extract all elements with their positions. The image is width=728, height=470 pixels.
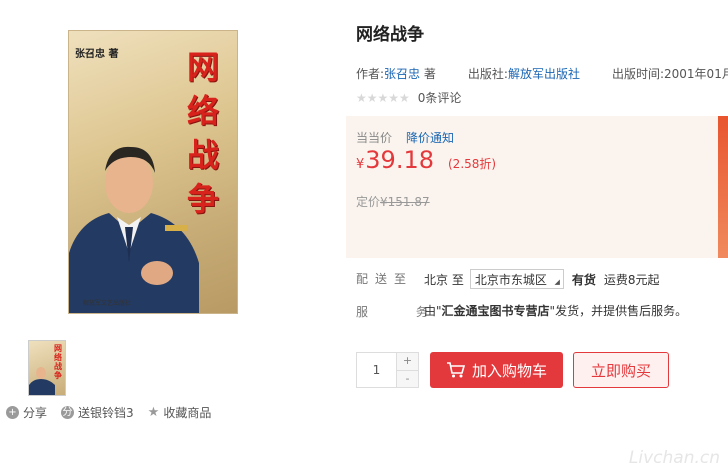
product-title: 网络战争 bbox=[356, 25, 424, 45]
cover-portrait-figure bbox=[69, 146, 199, 313]
plus-circle-icon: + bbox=[6, 406, 19, 419]
author-info: 作者:张召忠 著 bbox=[356, 67, 436, 81]
price-panel: 当当价 降价通知 ¥ 39.18 (2.58折) 定价¥151.87 bbox=[346, 116, 728, 258]
shipping-fee: 运费8元起 bbox=[603, 272, 660, 287]
stock-status: 有货 bbox=[571, 272, 596, 287]
publisher-link[interactable]: 解放军出版社 bbox=[508, 67, 580, 81]
book-cover-image[interactable]: 张召忠 著 网 络 战 争 解放军文艺出版社 bbox=[68, 30, 238, 314]
author-link[interactable]: 张召忠 bbox=[384, 67, 420, 81]
thumb-portrait-figure bbox=[29, 367, 55, 395]
gift-circle-icon: 分 bbox=[61, 406, 75, 419]
delivery-label: 配送至 bbox=[356, 272, 414, 286]
delivery-row: 北京 至 北京市东城区 ◢ 有货 运费8元起 bbox=[424, 269, 660, 289]
pubdate-info: 出版时间:2001年01月 bbox=[611, 67, 728, 81]
cover-thumbnail[interactable]: 网 络 战 争 bbox=[28, 340, 66, 396]
buy-now-button[interactable]: 立即购买 bbox=[573, 352, 669, 388]
quantity-stepper: 1 + - bbox=[356, 352, 419, 388]
share-bar: + 分享 分 送银铃铛3 ★ 收藏商品 bbox=[6, 404, 225, 421]
site-watermark: Livchan.cn bbox=[628, 448, 720, 468]
gift-bells-button[interactable]: 分 送银铃铛3 bbox=[61, 404, 134, 421]
cover-title-char: 网 bbox=[186, 48, 219, 86]
cart-icon bbox=[446, 362, 466, 378]
region-selector[interactable]: 北京市东城区 ◢ bbox=[469, 269, 564, 289]
price-value: 39.18 bbox=[365, 146, 434, 174]
store-link[interactable]: 汇金通宝图书专营店 bbox=[442, 304, 550, 318]
delivery-city: 北京 至 bbox=[424, 272, 464, 287]
product-meta: 作者:张召忠 著 出版社:解放军出版社 出版时间:2001年01月 bbox=[356, 65, 728, 82]
review-count-link[interactable]: 0条评论 bbox=[418, 89, 462, 106]
quantity-input[interactable]: 1 bbox=[357, 353, 397, 387]
favorite-button[interactable]: ★ 收藏商品 bbox=[148, 404, 212, 421]
discount-text: (2.58折) bbox=[448, 157, 497, 171]
publisher-info: 出版社:解放军出版社 bbox=[467, 67, 580, 81]
add-to-cart-button[interactable]: 加入购物车 bbox=[430, 352, 563, 388]
quantity-plus-button[interactable]: + bbox=[397, 353, 418, 371]
cover-publisher-text: 解放军文艺出版社 bbox=[83, 300, 132, 307]
share-button[interactable]: + 分享 bbox=[6, 404, 47, 421]
price-drop-notice-link[interactable]: 降价通知 bbox=[406, 129, 454, 146]
rating-stars-icon: ★★★★★ bbox=[356, 90, 410, 105]
service-text: 由"汇金通宝图书专营店"发货，并提供售后服务。 bbox=[424, 304, 688, 318]
star-icon: ★ bbox=[147, 405, 160, 420]
cover-author-text: 张召忠 著 bbox=[75, 49, 119, 60]
promo-ribbon bbox=[718, 116, 728, 258]
dropdown-arrow-icon: ◢ bbox=[554, 278, 560, 286]
quantity-minus-button[interactable]: - bbox=[397, 370, 418, 387]
current-price: ¥ 39.18 (2.58折) bbox=[356, 146, 497, 174]
current-price-label: 当当价 bbox=[356, 131, 393, 145]
original-price: 定价¥151.87 bbox=[356, 195, 430, 209]
rating-row: ★★★★★ 0条评论 bbox=[356, 89, 461, 106]
thumb-title-text: 网 络 战 争 bbox=[54, 344, 62, 380]
